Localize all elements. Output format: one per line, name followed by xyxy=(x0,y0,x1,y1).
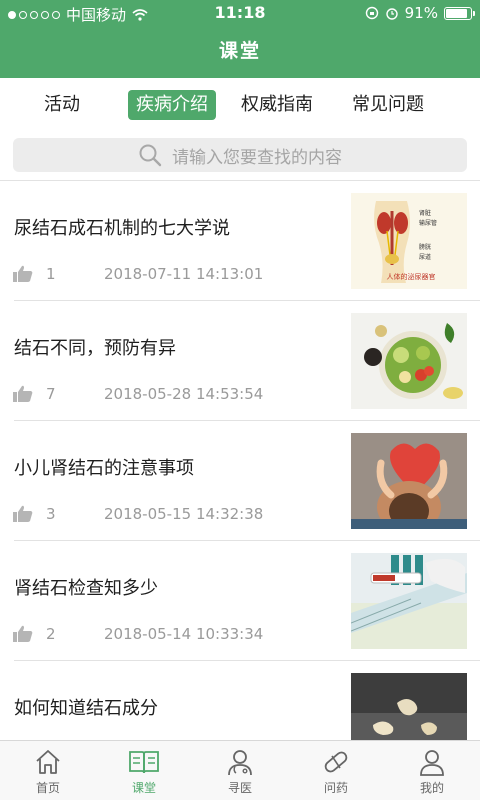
nav-find-doctor[interactable]: 寻医 xyxy=(192,741,288,800)
user-icon xyxy=(420,750,444,776)
article-date: 2018-05-15 14:32:38 xyxy=(104,505,264,523)
list-item[interactable]: 小儿肾结石的注意事项 3 2018-05-15 14:32:38 xyxy=(0,421,480,541)
article-title: 尿结石成石机制的七大学说 xyxy=(14,218,230,239)
article-meta: 2 2018-05-14 10:33:34 xyxy=(12,625,263,643)
article-title: 肾结石检查知多少 xyxy=(14,578,158,599)
doctor-icon xyxy=(228,750,252,776)
thumbnail-label: 输尿管 xyxy=(419,219,437,227)
battery-icon xyxy=(444,6,475,20)
thumbnail-label: 尿道 xyxy=(419,253,431,261)
tab-faq[interactable]: 常见问题 xyxy=(344,90,432,120)
like-count: 3 xyxy=(46,505,56,523)
tab-guidelines[interactable]: 权威指南 xyxy=(233,90,321,120)
thumbs-up-icon[interactable] xyxy=(12,265,34,283)
nav-ask-medicine[interactable]: 问药 xyxy=(288,741,384,800)
article-date: 2018-05-28 14:53:54 xyxy=(104,385,264,403)
battery-percent: 91% xyxy=(404,4,438,22)
like-count: 1 xyxy=(46,265,56,283)
category-tabs: 活动 疾病介绍 权威指南 常见问题 xyxy=(0,78,480,132)
home-icon xyxy=(36,750,60,774)
article-date: 2018-05-14 10:33:34 xyxy=(104,625,264,643)
nav-mine[interactable]: 我的 xyxy=(384,741,480,800)
status-right: 91% xyxy=(365,4,475,22)
like-count: 7 xyxy=(46,385,56,403)
article-thumbnail xyxy=(351,433,467,529)
article-meta: 1 2018-07-11 14:13:01 xyxy=(12,265,263,283)
nav-home[interactable]: 首页 xyxy=(0,741,96,800)
tab-disease-intro[interactable]: 疾病介绍 xyxy=(128,90,216,120)
nav-label: 课堂 xyxy=(131,781,156,795)
tab-activity[interactable]: 活动 xyxy=(36,90,88,120)
nav-label: 首页 xyxy=(35,781,60,795)
thumbs-up-icon[interactable] xyxy=(12,625,34,643)
article-title: 结石不同，预防有异 xyxy=(14,338,176,359)
pill-icon xyxy=(324,751,348,773)
thumbnail-label: 膀胱 xyxy=(419,243,431,251)
thumbnail-caption: 人体的泌尿器官 xyxy=(387,272,436,281)
nav-label: 寻医 xyxy=(227,781,252,795)
rotation-lock-icon xyxy=(365,6,378,20)
article-title: 如何知道结石成分 xyxy=(14,698,158,719)
status-bar: 中国移动 11:18 91% xyxy=(0,0,480,26)
bottom-nav: 首页 课堂 寻医 问药 我的 xyxy=(0,740,480,800)
book-icon xyxy=(129,751,159,774)
search-placeholder: 请输入您要查找的内容 xyxy=(172,147,342,168)
list-item[interactable]: 结石不同，预防有异 7 2018-05-28 14:53:54 xyxy=(0,301,480,421)
search-icon xyxy=(139,144,162,167)
list-item[interactable]: 肾结石检查知多少 2 2018-05-14 10:33:34 xyxy=(0,541,480,661)
article-title: 小儿肾结石的注意事项 xyxy=(14,458,194,479)
alarm-icon xyxy=(385,8,398,20)
article-date: 2018-07-11 14:13:01 xyxy=(104,265,264,283)
article-meta: 3 2018-05-15 14:32:38 xyxy=(12,505,263,523)
article-thumbnail xyxy=(351,553,467,649)
thumbnail-label: 肾脏 xyxy=(419,209,431,217)
like-count: 2 xyxy=(46,625,56,643)
article-meta: 7 2018-05-28 14:53:54 xyxy=(12,385,263,403)
thumbs-up-icon[interactable] xyxy=(12,505,34,523)
article-thumbnail xyxy=(351,313,467,409)
nav-label: 我的 xyxy=(419,781,444,795)
search-input[interactable]: 请输入您要查找的内容 xyxy=(13,138,467,172)
nav-classroom[interactable]: 课堂 xyxy=(96,741,192,800)
thumbs-up-icon[interactable] xyxy=(12,385,34,403)
article-thumbnail: 肾脏 输尿管 膀胱 尿道 人体的泌尿器官 xyxy=(351,193,467,289)
nav-label: 问药 xyxy=(323,781,348,795)
page-title: 课堂 xyxy=(0,26,480,78)
list-item[interactable]: 尿结石成石机制的七大学说 1 2018-07-11 14:13:01 肾脏 输尿… xyxy=(0,181,480,301)
